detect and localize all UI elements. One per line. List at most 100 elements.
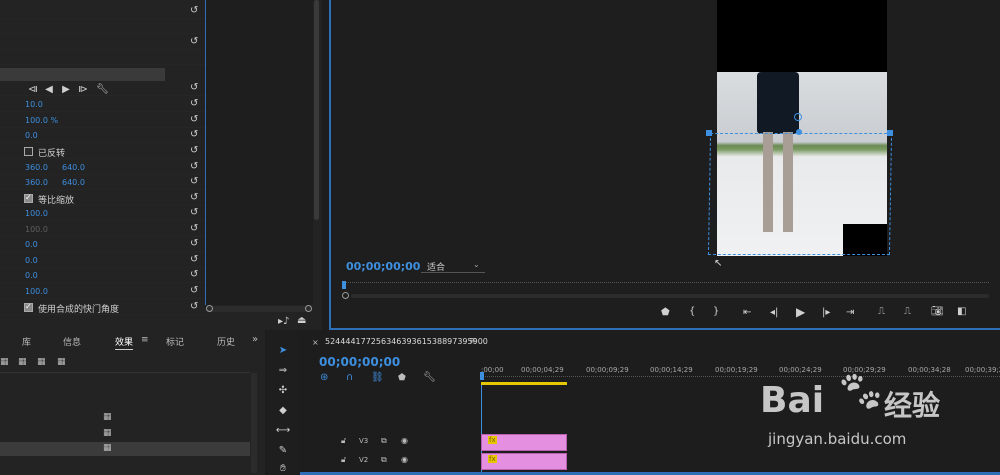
property-value[interactable]: 0.0: [25, 240, 38, 249]
work-area-bar[interactable]: [481, 382, 567, 385]
toggle-sync-icon[interactable]: ⧉: [381, 455, 387, 465]
reset-icon[interactable]: ↺: [190, 98, 198, 109]
tab-history[interactable]: 历史: [217, 335, 235, 348]
tab-markers[interactable]: 标记: [166, 335, 184, 348]
reset-icon[interactable]: ↺: [190, 5, 198, 16]
extract-icon[interactable]: ⎍: [904, 306, 911, 317]
reset-icon[interactable]: ↺: [190, 176, 198, 187]
reset-icon[interactable]: ↺: [190, 82, 198, 93]
panel-menu-icon[interactable]: ≡: [141, 335, 149, 345]
property-value[interactable]: 100.0: [25, 287, 48, 296]
accelerated-effects-icon[interactable]: ▦: [0, 357, 9, 367]
reset-icon[interactable]: ↺: [190, 207, 198, 218]
close-icon[interactable]: ×: [312, 338, 319, 347]
lift-icon[interactable]: ⎍: [878, 306, 885, 317]
vertical-scrollbar[interactable]: [314, 0, 319, 220]
scroll-handle-icon[interactable]: [206, 305, 213, 312]
toggle-sync-icon[interactable]: ⧉: [381, 436, 387, 446]
fit-dropdown[interactable]: 适合 ⌄: [421, 259, 485, 273]
transform-bounding-box[interactable]: [707, 133, 893, 255]
zoom-bar[interactable]: [351, 294, 989, 298]
timeline-timecode[interactable]: 00;00;00;00: [319, 355, 400, 369]
wrench-icon[interactable]: 🔧︎: [423, 372, 436, 383]
property-value[interactable]: 0.0: [25, 271, 38, 280]
reset-icon[interactable]: ↺: [190, 114, 198, 125]
reset-icon[interactable]: ↺: [190, 269, 198, 280]
pen-tool-icon[interactable]: ✎: [274, 445, 292, 461]
reset-icon[interactable]: ↺: [190, 285, 198, 296]
transform-handle-icon[interactable]: [796, 129, 802, 135]
32bit-effects-icon[interactable]: ▦: [18, 357, 27, 367]
program-timecode[interactable]: 00;00;00;00: [346, 260, 420, 273]
property-value[interactable]: 360.0: [25, 178, 48, 187]
horizontal-scrollbar[interactable]: [206, 306, 312, 312]
go-to-in-icon[interactable]: ⇤: [743, 307, 751, 318]
slip-tool-icon[interactable]: ⟷: [274, 425, 292, 441]
anchor-point-icon[interactable]: [794, 113, 802, 121]
tab-effects[interactable]: 效果: [115, 335, 134, 350]
property-value[interactable]: 0.0: [25, 131, 38, 140]
playhead-marker-icon[interactable]: [342, 281, 346, 289]
lock-icon[interactable]: 🔓︎: [341, 436, 346, 446]
tab-info[interactable]: 信息: [63, 335, 81, 348]
step-back-icon[interactable]: ◂|: [770, 307, 778, 318]
zoom-handle-icon[interactable]: [342, 292, 349, 299]
transform-handle-icon[interactable]: [887, 130, 893, 136]
reset-icon[interactable]: ↺: [190, 145, 198, 156]
snap-icon[interactable]: ∩: [346, 372, 353, 383]
reset-icon[interactable]: ↺: [190, 238, 198, 249]
playhead-icon[interactable]: [480, 372, 484, 380]
sequence-tab-name[interactable]: 5244441772563463936153889739590​0: [325, 337, 488, 346]
hand-tool-icon[interactable]: ✋︎: [274, 463, 292, 475]
nest-icon[interactable]: ⊛: [320, 372, 328, 383]
property-value[interactable]: 640.0: [62, 163, 85, 172]
play-icon[interactable]: ▶: [796, 305, 805, 319]
monitor-scrubber[interactable]: [343, 282, 989, 288]
transform-handle-icon[interactable]: [706, 130, 712, 136]
panel-menu-icon[interactable]: ≡: [469, 336, 477, 346]
list-item-selected[interactable]: ▦: [0, 442, 250, 456]
uniform-scale-checkbox[interactable]: [24, 193, 33, 203]
add-marker-icon[interactable]: ⬟: [398, 373, 406, 383]
mark-in-icon[interactable]: {: [689, 306, 695, 317]
yuv-effects-icon[interactable]: ▦: [37, 357, 46, 367]
lock-icon[interactable]: 🔓︎: [341, 455, 346, 465]
mark-out-icon[interactable]: }: [713, 306, 719, 317]
compare-view-icon[interactable]: ◧: [957, 306, 966, 317]
selection-tool-icon[interactable]: ➤: [274, 345, 292, 361]
reset-icon[interactable]: ↺: [190, 192, 198, 203]
camera-icon[interactable]: 📷︎: [931, 306, 944, 317]
scroll-handle-icon[interactable]: [305, 305, 312, 312]
reset-icon[interactable]: ↺: [190, 223, 198, 234]
shutter-angle-checkbox[interactable]: [24, 302, 33, 312]
step-forward-icon[interactable]: |▸: [822, 307, 830, 318]
razor-tool-icon[interactable]: ◆: [274, 405, 292, 421]
property-value[interactable]: 100.0 %: [25, 116, 58, 125]
tab-library[interactable]: 库: [22, 335, 31, 348]
more-tabs-icon[interactable]: »: [252, 334, 258, 345]
ripple-edit-tool-icon[interactable]: ✣: [274, 385, 292, 401]
track-select-tool-icon[interactable]: ⇒: [274, 365, 292, 381]
go-to-out-icon[interactable]: ⇥: [846, 307, 854, 318]
reset-icon[interactable]: ↺: [190, 301, 198, 312]
eye-icon[interactable]: ◉: [401, 455, 408, 464]
reset-icon[interactable]: ↺: [190, 129, 198, 140]
property-value[interactable]: 640.0: [62, 178, 85, 187]
property-value[interactable]: 100.0: [25, 209, 48, 218]
add-marker-icon[interactable]: ⬟: [661, 307, 670, 318]
filter-icon[interactable]: ▸♪: [278, 316, 289, 327]
reset-icon[interactable]: ↺: [190, 36, 198, 47]
video-clip[interactable]: fx: [481, 453, 567, 470]
export-icon[interactable]: ⏏: [297, 315, 306, 326]
video-clip[interactable]: fx: [481, 434, 567, 451]
inverted-checkbox[interactable]: [24, 147, 33, 156]
property-value[interactable]: 10.0: [25, 100, 43, 109]
reset-icon[interactable]: ↺: [190, 161, 198, 172]
eye-icon[interactable]: ◉: [401, 436, 408, 445]
preset-effects-icon[interactable]: ▦: [57, 357, 66, 367]
property-value[interactable]: 360.0: [25, 163, 48, 172]
property-value[interactable]: 0.0: [25, 256, 38, 265]
linked-selection-icon[interactable]: ⛓︎: [371, 372, 384, 383]
reset-icon[interactable]: ↺: [190, 254, 198, 265]
vertical-scrollbar[interactable]: [251, 373, 257, 473]
